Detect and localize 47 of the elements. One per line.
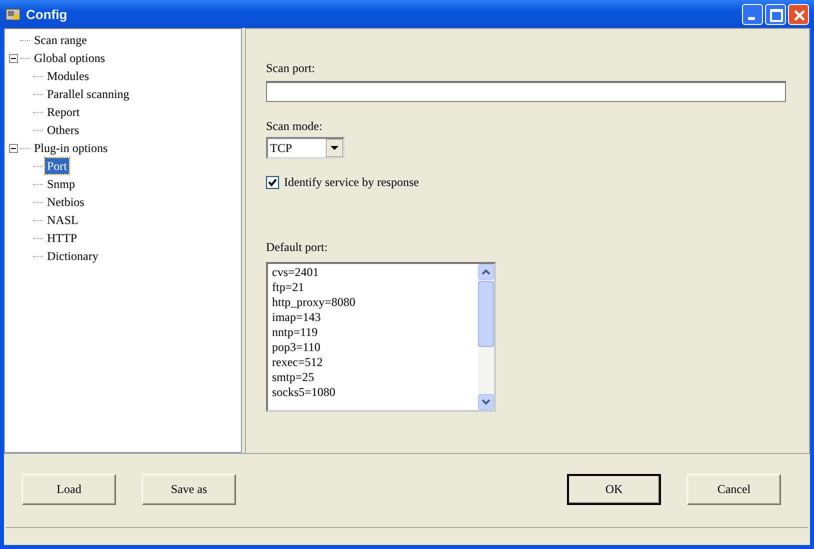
port-entry: socks5=1080 bbox=[272, 385, 336, 400]
dialog-button[interactable]: Cancel bbox=[687, 474, 781, 505]
tree-item[interactable]: Others bbox=[45, 122, 81, 138]
close-button[interactable] bbox=[788, 4, 809, 24]
minimize-button[interactable] bbox=[742, 4, 763, 24]
scroll-down-icon[interactable] bbox=[478, 394, 494, 410]
collapse-icon[interactable] bbox=[9, 144, 18, 152]
collapse-icon[interactable] bbox=[9, 54, 18, 62]
tree-item[interactable]: Netbios bbox=[45, 194, 86, 210]
port-entry: rexec=512 bbox=[272, 355, 324, 370]
port-entry: cvs=2401 bbox=[272, 265, 320, 280]
port-entry: nntp=119 bbox=[272, 325, 319, 340]
checkbox[interactable] bbox=[266, 176, 279, 189]
tree-item[interactable]: NASL bbox=[45, 212, 80, 228]
tree-item[interactable]: Port bbox=[45, 158, 70, 174]
tree-item[interactable]: Report bbox=[45, 104, 82, 120]
dropdown-arrow-icon bbox=[326, 139, 343, 157]
port-entry: ftp=21 bbox=[272, 280, 306, 295]
minimize-icon bbox=[748, 16, 755, 20]
maximize-button[interactable] bbox=[765, 4, 786, 24]
dialog-button[interactable]: Save as bbox=[142, 474, 236, 505]
tree-item[interactable]: Snmp bbox=[45, 176, 78, 192]
tree-item[interactable]: Modules bbox=[45, 68, 91, 84]
field-label: Scan mode: bbox=[266, 119, 322, 133]
default-port-list[interactable]: cvs=2401 ftp=21 http_proxy=8080 imap=143 nntp=119 pop3=110 rexec=512 smtp=25 socks5=1080 bbox=[266, 262, 496, 412]
port-entry: http_proxy=8080 bbox=[272, 295, 356, 310]
scrollbar[interactable] bbox=[478, 264, 494, 410]
tree-item[interactable]: Scan range bbox=[32, 32, 89, 48]
tree-item[interactable]: Parallel scanning bbox=[45, 86, 132, 102]
window-title: Config bbox=[26, 6, 68, 22]
port-entry: pop3=110 bbox=[272, 340, 322, 355]
scroll-thumb[interactable] bbox=[478, 281, 494, 347]
checkbox-label: Identify service by response bbox=[284, 175, 419, 190]
port-entry: imap=143 bbox=[272, 310, 322, 325]
app-icon bbox=[5, 6, 21, 22]
field-label: Scan port: bbox=[266, 61, 315, 75]
field-label: Default port: bbox=[266, 240, 328, 254]
tree-item[interactable]: Plug-in options bbox=[32, 140, 110, 156]
scan-mode-dropdown[interactable]: TCP bbox=[266, 137, 345, 159]
scan-port-field[interactable] bbox=[266, 81, 786, 102]
scroll-up-icon[interactable] bbox=[478, 264, 494, 280]
tree-item[interactable]: Global options bbox=[32, 50, 107, 66]
dialog-button[interactable]: Load bbox=[22, 474, 116, 505]
port-entry: smtp=25 bbox=[272, 370, 316, 385]
tree-item[interactable]: HTTP bbox=[45, 230, 79, 246]
tree-item[interactable]: Dictionary bbox=[45, 248, 100, 264]
dialog-button[interactable]: OK bbox=[567, 474, 661, 505]
